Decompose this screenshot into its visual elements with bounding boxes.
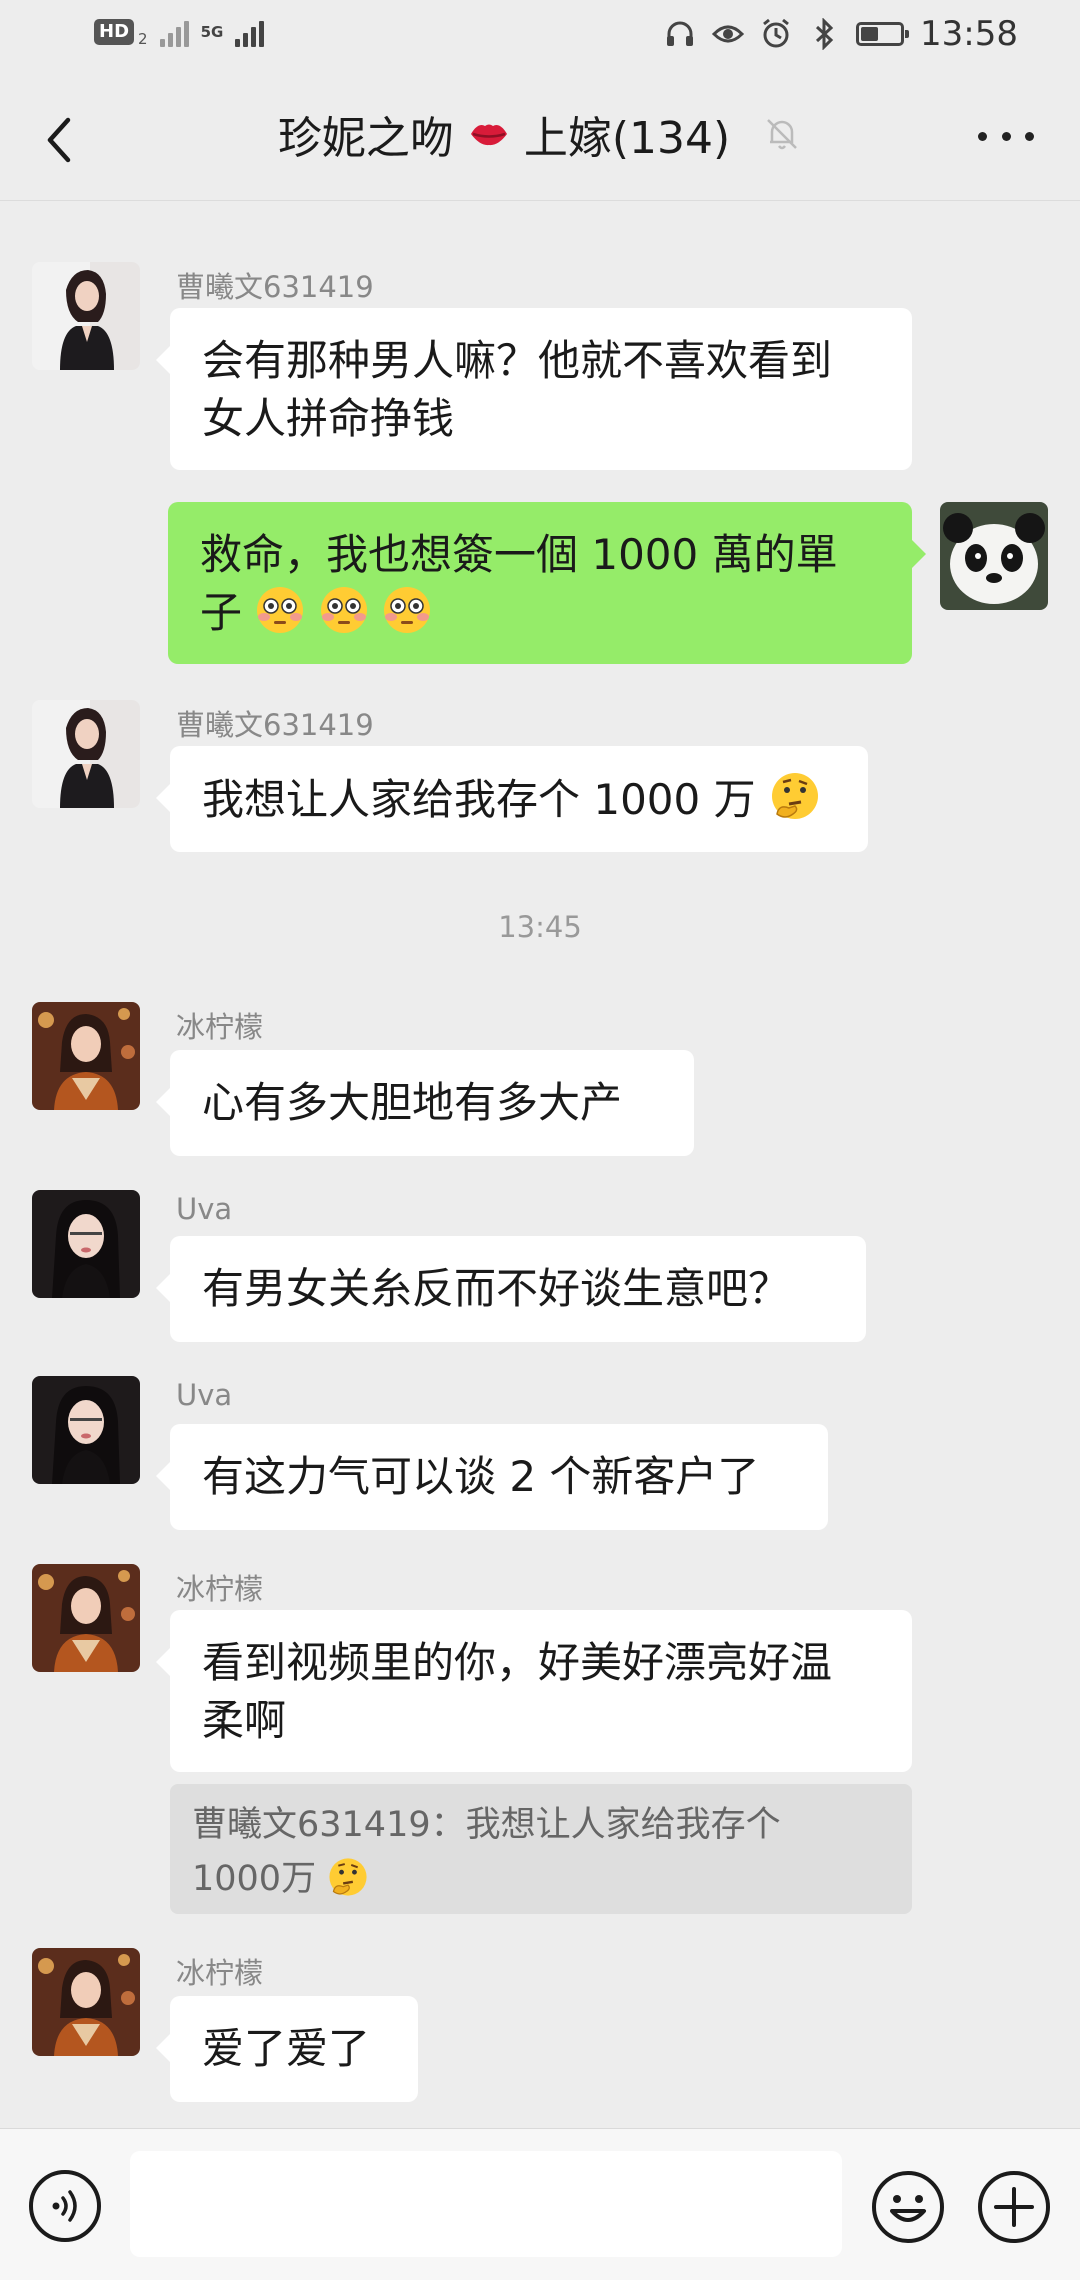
message-text-line: 看到视频里的你，好美好漂亮好温 <box>202 1638 833 1687</box>
avatar[interactable] <box>32 1948 140 2056</box>
muted-bell-icon <box>767 119 798 150</box>
quoted-text: 1000万 <box>192 1859 317 1899</box>
message-bubble[interactable]: 我想让人家给我存个 1000 万 <box>156 746 868 852</box>
avatar[interactable] <box>32 1564 140 1672</box>
lips-emoji-icon <box>470 124 507 146</box>
status-right: 13:58 <box>664 14 1018 54</box>
bluetooth-icon <box>815 18 834 50</box>
sender-name: Uva <box>176 1192 233 1226</box>
sender-name: 冰柠檬 <box>176 1010 264 1044</box>
status-time: 13:58 <box>920 14 1018 54</box>
voice-input-button[interactable] <box>28 2169 102 2243</box>
chat-header: 珍妮之吻 上嫁(134) <box>0 74 1080 201</box>
sender-name: 曹曦文631419 <box>176 708 374 742</box>
message-text: 爱了爱了 <box>202 2024 371 2073</box>
signal-5g-icon <box>235 17 265 47</box>
message-text: 我想让人家给我存个 1000 万 <box>202 775 756 824</box>
self-message-bubble[interactable]: 救命，我也想簽一個 1000 萬的單 子 <box>168 502 926 664</box>
chat-title: 珍妮之吻 上嫁(134) <box>0 102 1080 166</box>
hd-badge: HD <box>94 19 135 45</box>
message-bubble[interactable]: 看到视频里的你，好美好漂亮好温 柔啊 <box>156 1610 912 1772</box>
message-text-line: 女人拼命挣钱 <box>202 394 455 443</box>
message-text-line: 救命，我也想簽一個 1000 萬的單 <box>200 530 838 579</box>
avatar[interactable] <box>32 700 140 808</box>
battery-icon <box>856 22 910 46</box>
more-actions-plus-button[interactable] <box>976 2169 1052 2245</box>
avatar[interactable] <box>32 262 140 370</box>
self-avatar[interactable] <box>940 502 1048 610</box>
message-text: 子 <box>200 588 243 637</box>
hd-sub: 2 <box>138 30 148 48</box>
chat-title-suffix: 上嫁(134) <box>523 113 731 164</box>
status-bar: HD 2 5G 13:58 <box>0 0 1080 74</box>
avatar[interactable] <box>32 1002 140 1110</box>
message-text-line: 柔啊 <box>202 1696 287 1745</box>
thinking-emoji-icon <box>329 1858 367 1896</box>
message-text-line: 会有那种男人嘛？他就不喜欢看到 <box>202 336 833 385</box>
headset-icon <box>667 21 694 46</box>
signal-icon <box>159 17 189 47</box>
sender-name: 曹曦文631419 <box>176 270 374 304</box>
sender-name: 冰柠檬 <box>176 1572 264 1606</box>
network-label: 5G <box>200 22 224 41</box>
message-input[interactable] <box>130 2151 842 2257</box>
chat-screen: HD 2 5G 13:58 珍妮之吻 上嫁(134) 曹曦文631419 会有那… <box>0 0 1080 2280</box>
emoji-button[interactable] <box>870 2169 946 2245</box>
message-bubble[interactable]: 心有多大胆地有多大产 <box>156 1050 694 1156</box>
avatar[interactable] <box>32 1376 140 1484</box>
message-text: 有这力气可以谈 2 个新客户了 <box>202 1452 760 1501</box>
sender-name: Uva <box>176 1378 233 1412</box>
message-text: 心有多大胆地有多大产 <box>202 1078 623 1127</box>
message-bubble[interactable]: 会有那种男人嘛？他就不喜欢看到 女人拼命挣钱 <box>156 308 912 470</box>
quoted-text-line: 曹曦文631419：我想让人家给我存个 <box>192 1805 781 1845</box>
flushed-emoji-icon <box>257 587 304 633</box>
quoted-text-line-2: 1000万 <box>192 1852 890 1906</box>
quoted-message[interactable]: 曹曦文631419：我想让人家给我存个 1000万 <box>170 1784 912 1914</box>
sender-name: 冰柠檬 <box>176 1956 264 1990</box>
flushed-emoji-icon <box>320 587 367 633</box>
message-text: 有男女关糸反而不好谈生意吧？ <box>202 1264 791 1313</box>
thinking-emoji-icon <box>771 773 818 819</box>
message-bubble[interactable]: 爱了爱了 <box>156 1996 418 2102</box>
flushed-emoji-icon <box>384 587 431 633</box>
time-divider: 13:45 <box>498 910 582 944</box>
avatar[interactable] <box>32 1190 140 1298</box>
message-bubble[interactable]: 有这力气可以谈 2 个新客户了 <box>156 1424 828 1530</box>
input-bar <box>0 2128 1080 2280</box>
message-text-line-2: 子 <box>200 584 880 642</box>
chat-title-text: 珍妮之吻 <box>277 113 454 164</box>
status-left: HD 2 5G <box>94 16 265 48</box>
more-button[interactable] <box>978 124 1034 148</box>
eye-icon <box>712 25 745 43</box>
message-bubble[interactable]: 有男女关糸反而不好谈生意吧？ <box>156 1236 866 1342</box>
alarm-icon <box>763 18 789 48</box>
